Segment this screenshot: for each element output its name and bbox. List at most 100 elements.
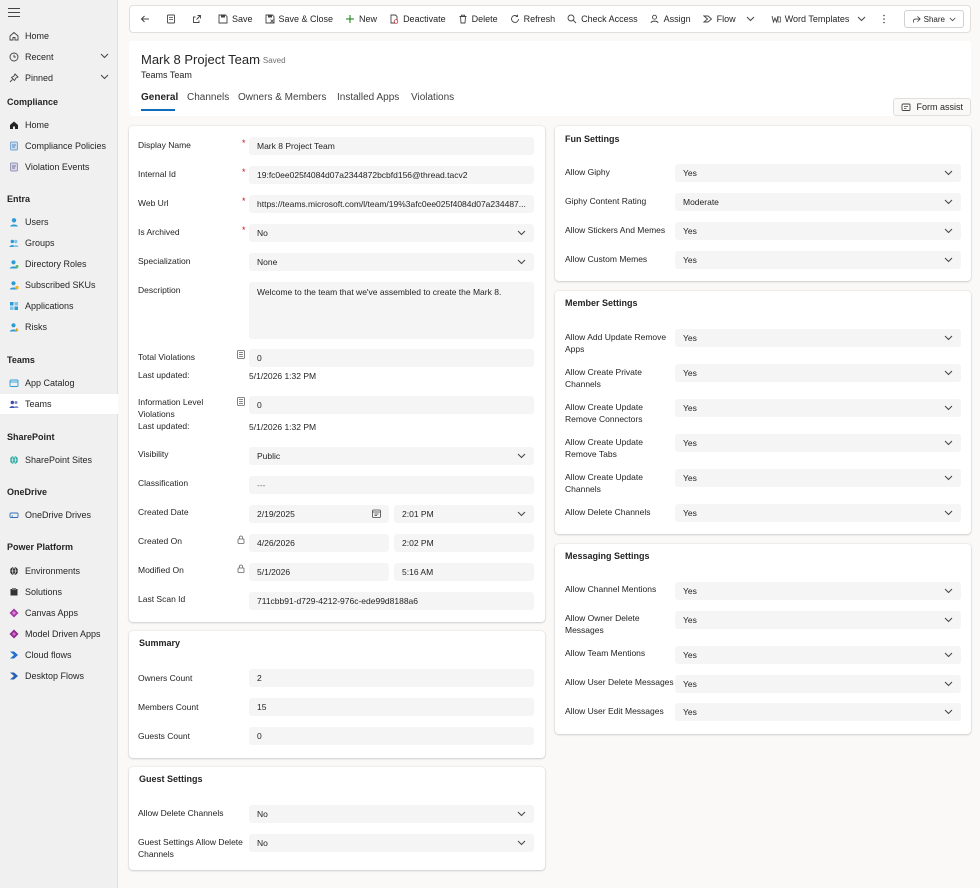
sidebar-item-subscribed-skus[interactable]: Subscribed SKUs [0, 275, 118, 295]
refresh-button[interactable]: Refresh [504, 8, 562, 30]
save-close-button[interactable]: Save & Close [259, 8, 340, 30]
share-button[interactable]: Share [903, 10, 964, 28]
web-url-field[interactable]: https://teams.microsoft.com/l/team/19%3a… [249, 195, 534, 213]
chevron-down-icon[interactable] [100, 53, 109, 59]
sidebar-item-label: OneDrive Drives [25, 510, 92, 520]
modified-on-label: Modified On [138, 565, 184, 575]
calendar-icon[interactable] [372, 509, 381, 518]
delete-channels-select[interactable]: Yes [675, 504, 961, 522]
members-count-field[interactable]: 15 [249, 698, 534, 716]
tab-violations[interactable]: Violations [411, 92, 454, 103]
sidebar-item-violation-events[interactable]: Violation Events [0, 157, 118, 177]
new-button[interactable]: New [339, 8, 383, 30]
open-new-window-button[interactable] [186, 8, 212, 30]
created-on-date-field[interactable]: 4/26/2026 [249, 534, 389, 552]
specialization-select[interactable]: None [249, 253, 534, 271]
display-name-field[interactable]: Mark 8 Project Team [249, 137, 534, 155]
display-name-label: Display Name [138, 140, 191, 150]
app-catalog-icon [8, 378, 19, 389]
giphy-rating-select[interactable]: Moderate [675, 193, 961, 211]
chevron-down-icon [517, 838, 526, 847]
create-private-channels-select[interactable]: Yes [675, 364, 961, 382]
tab-installed-apps[interactable]: Installed Apps [337, 92, 399, 103]
check-access-button[interactable]: Check Access [561, 8, 644, 30]
owners-count-field[interactable]: 2 [249, 669, 534, 687]
sidebar-item-applications[interactable]: Applications [0, 296, 118, 316]
sidebar-item-label: Applications [25, 301, 74, 311]
guest-allow-delete-channels-select[interactable]: No [249, 834, 534, 852]
sidebar-item-directory-roles[interactable]: Directory Roles [0, 254, 118, 274]
sidebar-item-home[interactable]: Home [0, 26, 118, 46]
guests-count-field[interactable]: 0 [249, 727, 534, 745]
form-view-button[interactable] [160, 8, 186, 30]
allow-stickers-select[interactable]: Yes [675, 222, 961, 240]
is-archived-select[interactable]: No [249, 224, 534, 242]
sidebar-item-onedrive-drives[interactable]: OneDrive Drives [0, 505, 118, 525]
sidebar-item-groups[interactable]: Groups [0, 233, 118, 253]
giphy-rating-label: Giphy Content Rating [565, 196, 647, 206]
sidebar-item-recent[interactable]: Recent [0, 47, 118, 67]
sidebar-item-risks[interactable]: Risks [0, 317, 118, 337]
allow-custom-memes-value: Yes [683, 255, 697, 265]
sidebar-item-solutions[interactable]: Solutions [0, 582, 118, 602]
tabs-select[interactable]: Yes [675, 434, 961, 452]
created-time-select[interactable]: 2:01 PM [394, 505, 534, 523]
sidebar-item-desktop-flows[interactable]: Desktop Flows [0, 666, 118, 686]
sidebar-item-label: Model Driven Apps [25, 629, 101, 639]
user-edit-select[interactable]: Yes [675, 703, 961, 721]
save-button[interactable]: Save [212, 8, 259, 30]
sidebar-item-canvas-apps[interactable]: Canvas Apps [0, 603, 118, 623]
sidebar-item-compliance-policies[interactable]: Compliance Policies [0, 136, 118, 156]
visibility-select[interactable]: Public [249, 447, 534, 465]
sidebar-item-model-driven-apps[interactable]: Model Driven Apps [0, 624, 118, 644]
sidebar-item-app-catalog[interactable]: App Catalog [0, 373, 118, 393]
allow-custom-memes-select[interactable]: Yes [675, 251, 961, 269]
last-scan-id-field[interactable]: 711cbb91-d729-4212-976c-ede99d8188a6 [249, 592, 534, 610]
tab-owners-members[interactable]: Owners & Members [238, 92, 326, 103]
sidebar-item-users[interactable]: Users [0, 212, 118, 232]
owner-delete-select[interactable]: Yes [675, 611, 961, 629]
assign-button[interactable]: Assign [644, 8, 697, 30]
form-assist-button[interactable]: Form assist [893, 98, 971, 116]
is-archived-value: No [257, 228, 268, 238]
classification-field[interactable]: --- [249, 476, 534, 494]
channel-mentions-select[interactable]: Yes [675, 582, 961, 600]
word-templates-button[interactable]: Word Templates [765, 8, 877, 30]
allow-giphy-select[interactable]: Yes [675, 164, 961, 182]
sidebar-item-compliance-home[interactable]: Home [0, 115, 118, 135]
connectors-select[interactable]: Yes [675, 399, 961, 417]
sidebar-item-teams[interactable]: Teams [0, 394, 118, 414]
total-violations-field[interactable]: 0 [249, 349, 534, 367]
chevron-down-icon[interactable] [100, 74, 109, 80]
sidebar-item-environments[interactable]: Environments [0, 561, 118, 581]
modified-on-time-field[interactable]: 5:16 AM [394, 563, 534, 581]
created-date-field[interactable]: 2/19/2025 [249, 505, 389, 523]
more-commands-button[interactable] [876, 8, 896, 30]
add-update-remove-apps-select[interactable]: Yes [675, 329, 961, 347]
sidebar-item-sharepoint-sites[interactable]: SharePoint Sites [0, 450, 118, 470]
allow-delete-channels-select[interactable]: No [249, 805, 534, 823]
delete-button[interactable]: Delete [452, 8, 504, 30]
sidebar-item-cloud-flows[interactable]: Cloud flows [0, 645, 118, 665]
back-button[interactable] [134, 8, 160, 30]
hamburger-menu-icon[interactable] [8, 8, 20, 18]
sidebar-section-entra: Entra [7, 194, 31, 204]
created-on-time-field[interactable]: 2:02 PM [394, 534, 534, 552]
team-mentions-select[interactable]: Yes [675, 646, 961, 664]
desktop-flow-icon [8, 671, 19, 682]
tab-channels[interactable]: Channels [187, 92, 229, 103]
user-delete-label: Allow User Delete Messages [565, 677, 674, 687]
deactivate-button[interactable]: Deactivate [383, 8, 452, 30]
user-delete-select[interactable]: Yes [675, 675, 961, 693]
tab-general[interactable]: General [141, 92, 178, 103]
sidebar-item-pinned[interactable]: Pinned [0, 68, 118, 88]
sidebar-section-teams: Teams [7, 355, 35, 365]
team-mentions-label: Allow Team Mentions [565, 648, 646, 658]
flow-button[interactable]: Flow [697, 8, 765, 30]
violation-icon [8, 162, 19, 173]
information-violations-field[interactable]: 0 [249, 396, 534, 414]
internal-id-field[interactable]: 19:fc0ee025f4084d07a2344872bcbfd156@thre… [249, 166, 534, 184]
modified-on-date-field[interactable]: 5/1/2026 [249, 563, 389, 581]
description-field[interactable]: Welcome to the team that we've assembled… [249, 282, 534, 339]
channels-select[interactable]: Yes [675, 469, 961, 487]
